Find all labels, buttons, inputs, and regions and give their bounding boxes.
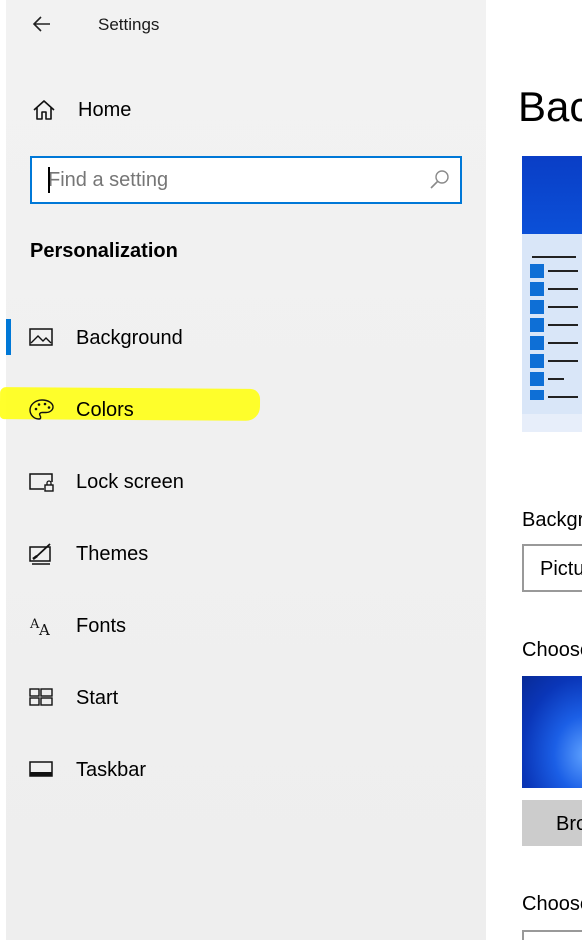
home-icon <box>33 100 55 120</box>
sidebar-item-label: Start <box>76 687 119 709</box>
section-title: Personalization <box>30 240 178 262</box>
preview-row <box>530 390 582 404</box>
start-icon <box>29 688 53 706</box>
preview-taskbar <box>522 414 582 432</box>
background-type-dropdown[interactable]: Pictu <box>522 544 582 592</box>
fonts-icon: A A <box>29 617 50 638</box>
sidebar-item-taskbar[interactable]: Taskbar <box>0 746 486 794</box>
svg-text:A: A <box>38 621 50 638</box>
picture-thumbnail[interactable] <box>522 676 582 788</box>
page-title: Bac <box>518 83 582 130</box>
taskbar-icon <box>29 761 53 777</box>
browse-button[interactable]: Bro <box>522 800 582 846</box>
sidebar-item-fonts[interactable]: A A Fonts <box>0 602 486 650</box>
home-label: Home <box>78 98 132 121</box>
search-input[interactable] <box>48 158 408 202</box>
preview-row <box>530 318 582 332</box>
search-icon[interactable] <box>429 169 451 191</box>
preview-wallpaper <box>522 156 582 234</box>
title-bar: Settings <box>0 0 486 50</box>
sidebar-item-lock-screen[interactable]: Lock screen <box>0 458 486 506</box>
search-box[interactable] <box>30 156 462 204</box>
sidebar-item-label: Themes <box>76 543 149 565</box>
sidebar-item-themes[interactable]: Themes <box>0 530 486 578</box>
preview-window <box>522 234 582 414</box>
sidebar-item-colors[interactable]: Colors <box>0 386 486 434</box>
text-caret <box>48 167 50 193</box>
preview-row <box>530 372 582 386</box>
back-arrow-icon <box>32 16 50 32</box>
themes-icon <box>29 543 51 565</box>
preview-row <box>530 300 582 314</box>
picture-icon <box>29 328 53 346</box>
sidebar-item-label: Taskbar <box>76 759 147 781</box>
dropdown-value: Pictu <box>540 558 582 580</box>
choose-picture-label: Choose <box>522 639 582 661</box>
browse-label: Bro <box>556 813 582 835</box>
background-preview <box>522 156 582 432</box>
preview-row <box>530 336 582 350</box>
home-nav-item[interactable]: Home <box>30 94 131 126</box>
preview-row <box>530 256 582 278</box>
back-button[interactable] <box>28 10 56 38</box>
choose-fit-dropdown[interactable] <box>522 930 582 940</box>
sidebar-item-label: Lock screen <box>76 471 184 493</box>
background-label: Backgr <box>522 509 582 531</box>
sidebar-item-start[interactable]: Start <box>0 674 486 722</box>
lock-screen-icon <box>29 473 54 492</box>
background-settings-page: Bac Backgr Pictu Choose Bro Choose <box>486 0 582 940</box>
choose-fit-label: Choose <box>522 893 582 915</box>
preview-row <box>530 282 582 296</box>
sidebar-item-label: Fonts <box>76 615 127 637</box>
sidebar-item-background[interactable]: Background <box>0 314 486 362</box>
window-title: Settings <box>98 15 160 34</box>
preview-row <box>530 354 582 368</box>
sidebar-item-label: Colors <box>76 399 134 421</box>
sidebar-item-label: Background <box>76 327 183 349</box>
palette-icon <box>29 399 54 420</box>
settings-sidebar: Settings Home Personalization Background <box>0 0 486 940</box>
